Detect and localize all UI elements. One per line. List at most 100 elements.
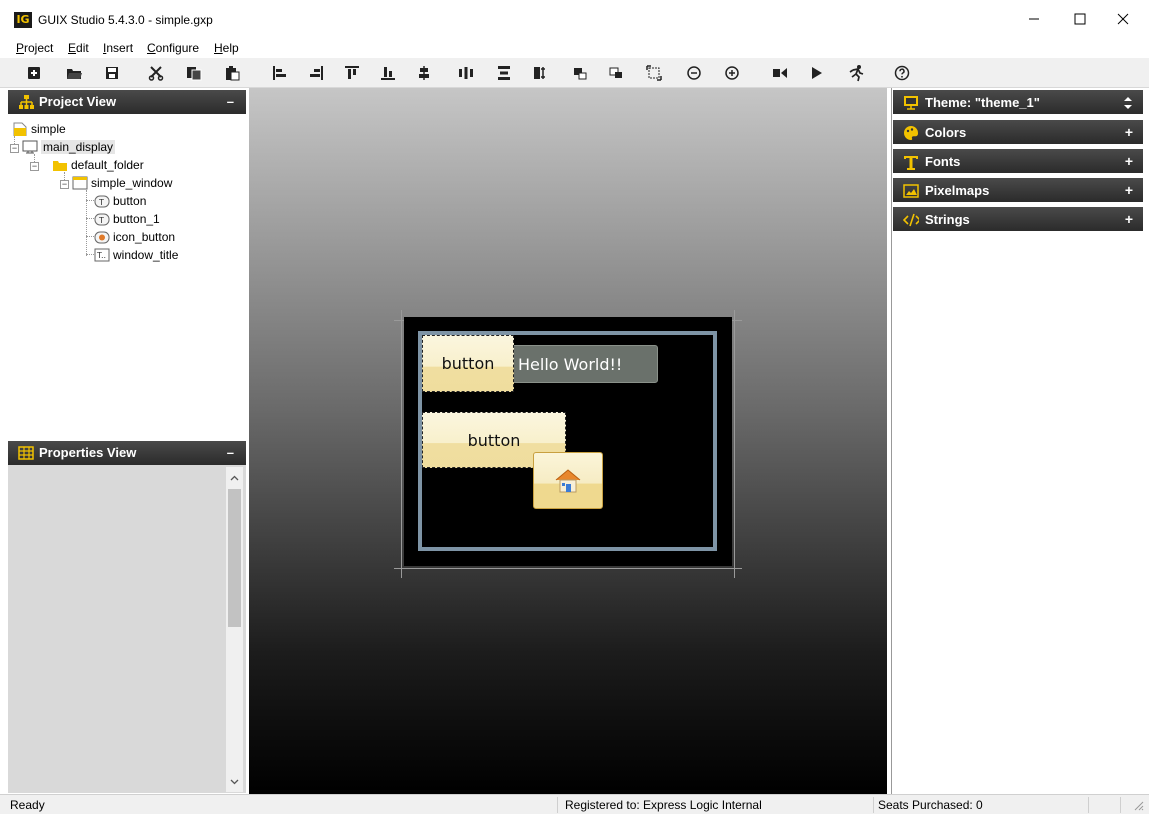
project-view-title: Project View [39, 94, 117, 109]
project-view-minimize-button[interactable]: – [227, 94, 234, 109]
equal-width-button[interactable] [530, 63, 550, 83]
run-application-button[interactable] [846, 63, 866, 83]
folder-icon [53, 161, 67, 171]
zoom-in-button[interactable] [722, 63, 742, 83]
window-title-widget[interactable]: Hello World!! [508, 345, 658, 383]
size-to-fit-button[interactable] [644, 63, 664, 83]
strings-section[interactable]: Strings + [893, 207, 1143, 233]
updown-arrow-icon[interactable] [1123, 96, 1133, 110]
icon-button-icon [94, 231, 110, 244]
pixelmaps-section[interactable]: Pixelmaps + [893, 178, 1143, 204]
main-display-preview[interactable]: Hello World!! button button [404, 317, 732, 566]
tree-item-button[interactable]: T button [94, 192, 146, 210]
menu-configure[interactable]: Configure [147, 41, 199, 55]
minimize-window-button[interactable] [1011, 4, 1057, 34]
tree-item-simple[interactable]: simple [12, 120, 66, 138]
image-icon [903, 184, 919, 198]
playback-button[interactable] [806, 63, 826, 83]
align-right-button[interactable] [306, 63, 326, 83]
expand-icon[interactable]: + [1125, 124, 1133, 140]
record-macro-button[interactable] [770, 63, 790, 83]
tree-item-default-folder[interactable]: default_folder [52, 156, 144, 174]
svg-text:T: T [98, 216, 104, 225]
tree-item-main-display[interactable]: main_display [22, 138, 116, 156]
font-icon [904, 156, 918, 170]
equal-vertical-space-button[interactable] [494, 63, 514, 83]
design-canvas[interactable]: Hello World!! button button [249, 88, 887, 794]
paste-button[interactable] [222, 63, 242, 83]
paste-icon [226, 66, 240, 81]
button-widget[interactable]: button [422, 335, 514, 392]
palette-icon [904, 126, 919, 140]
simple-window-preview[interactable]: Hello World!! button button [418, 331, 717, 551]
properties-view-minimize-button[interactable]: – [227, 445, 234, 460]
equal-horizontal-space-button[interactable] [456, 63, 476, 83]
section-label: Fonts [925, 154, 961, 169]
equal-height-button[interactable] [570, 63, 590, 83]
menu-help[interactable]: Help [214, 41, 239, 55]
project-view-header: Project View – [8, 90, 246, 114]
center-horizontal-button[interactable] [414, 63, 434, 83]
title-bar: IG GUIX Studio 5.4.3.0 - simple.gxp [0, 0, 1149, 38]
menu-project[interactable]: Project [16, 41, 53, 55]
theme-label: Theme: "theme_1" [925, 95, 1040, 110]
properties-scrollbar[interactable] [226, 467, 243, 792]
zoom-in-icon [725, 66, 739, 80]
tree-item-label: window_title [113, 248, 179, 262]
tree-collapse-toggle[interactable]: − [10, 144, 19, 153]
tree-item-simple-window[interactable]: simple_window [72, 174, 172, 192]
icon-button-widget[interactable] [533, 452, 603, 509]
menu-edit[interactable]: Edit [68, 41, 89, 55]
colors-section[interactable]: Colors + [893, 120, 1143, 146]
expand-icon[interactable]: + [1125, 153, 1133, 169]
copy-icon [187, 67, 202, 81]
theme-selector[interactable]: Theme: "theme_1" [893, 90, 1143, 116]
align-bottom-button[interactable] [378, 63, 398, 83]
tree-item-label: simple_window [91, 176, 173, 190]
equal-hspace-icon [459, 67, 473, 79]
code-icon [903, 213, 919, 227]
maximize-window-button[interactable] [1057, 4, 1103, 34]
close-window-button[interactable] [1100, 4, 1146, 34]
new-project-icon [28, 67, 40, 79]
new-project-button[interactable] [24, 63, 44, 83]
equal-vspace-icon [498, 66, 510, 80]
save-button[interactable] [102, 63, 122, 83]
properties-view-header: Properties View – [8, 441, 246, 465]
move-to-front-button[interactable] [606, 63, 626, 83]
help-button[interactable] [892, 63, 912, 83]
tree-collapse-toggle[interactable]: − [30, 162, 39, 171]
scroll-down-arrow[interactable] [226, 773, 243, 790]
align-left-icon [273, 66, 286, 80]
align-bottom-icon [381, 67, 395, 80]
cut-button[interactable] [146, 63, 166, 83]
tree-item-window-title[interactable]: T.. window_title [94, 246, 178, 264]
scroll-thumb[interactable] [228, 489, 241, 627]
scroll-up-arrow[interactable] [226, 469, 243, 486]
open-project-button[interactable] [64, 63, 84, 83]
playback-icon [812, 67, 822, 79]
menu-insert[interactable]: Insert [103, 41, 133, 55]
expand-icon[interactable]: + [1125, 211, 1133, 227]
fonts-section[interactable]: Fonts + [893, 149, 1143, 175]
cut-icon [148, 66, 164, 81]
align-left-button[interactable] [270, 63, 290, 83]
text-button-icon: T [94, 195, 110, 208]
tree-item-button-1[interactable]: T button_1 [94, 210, 160, 228]
tree-item-icon-button[interactable]: icon_button [94, 228, 175, 246]
expand-icon[interactable]: + [1125, 182, 1133, 198]
tree-item-label: button_1 [113, 212, 160, 226]
align-top-button[interactable] [342, 63, 362, 83]
guide-line [394, 568, 742, 569]
theme-monitor-icon [904, 96, 918, 110]
zoom-out-button[interactable] [684, 63, 704, 83]
resize-grip-icon[interactable] [1134, 801, 1144, 811]
copy-button[interactable] [184, 63, 204, 83]
svg-text:T..: T.. [96, 251, 106, 260]
menu-label: onfigure [155, 41, 200, 55]
text-button-icon: T [94, 213, 110, 226]
tree-collapse-toggle[interactable]: − [60, 180, 69, 189]
menu-mnemonic: E [68, 41, 77, 55]
align-top-icon [345, 66, 359, 79]
equal-width-icon [534, 67, 545, 79]
